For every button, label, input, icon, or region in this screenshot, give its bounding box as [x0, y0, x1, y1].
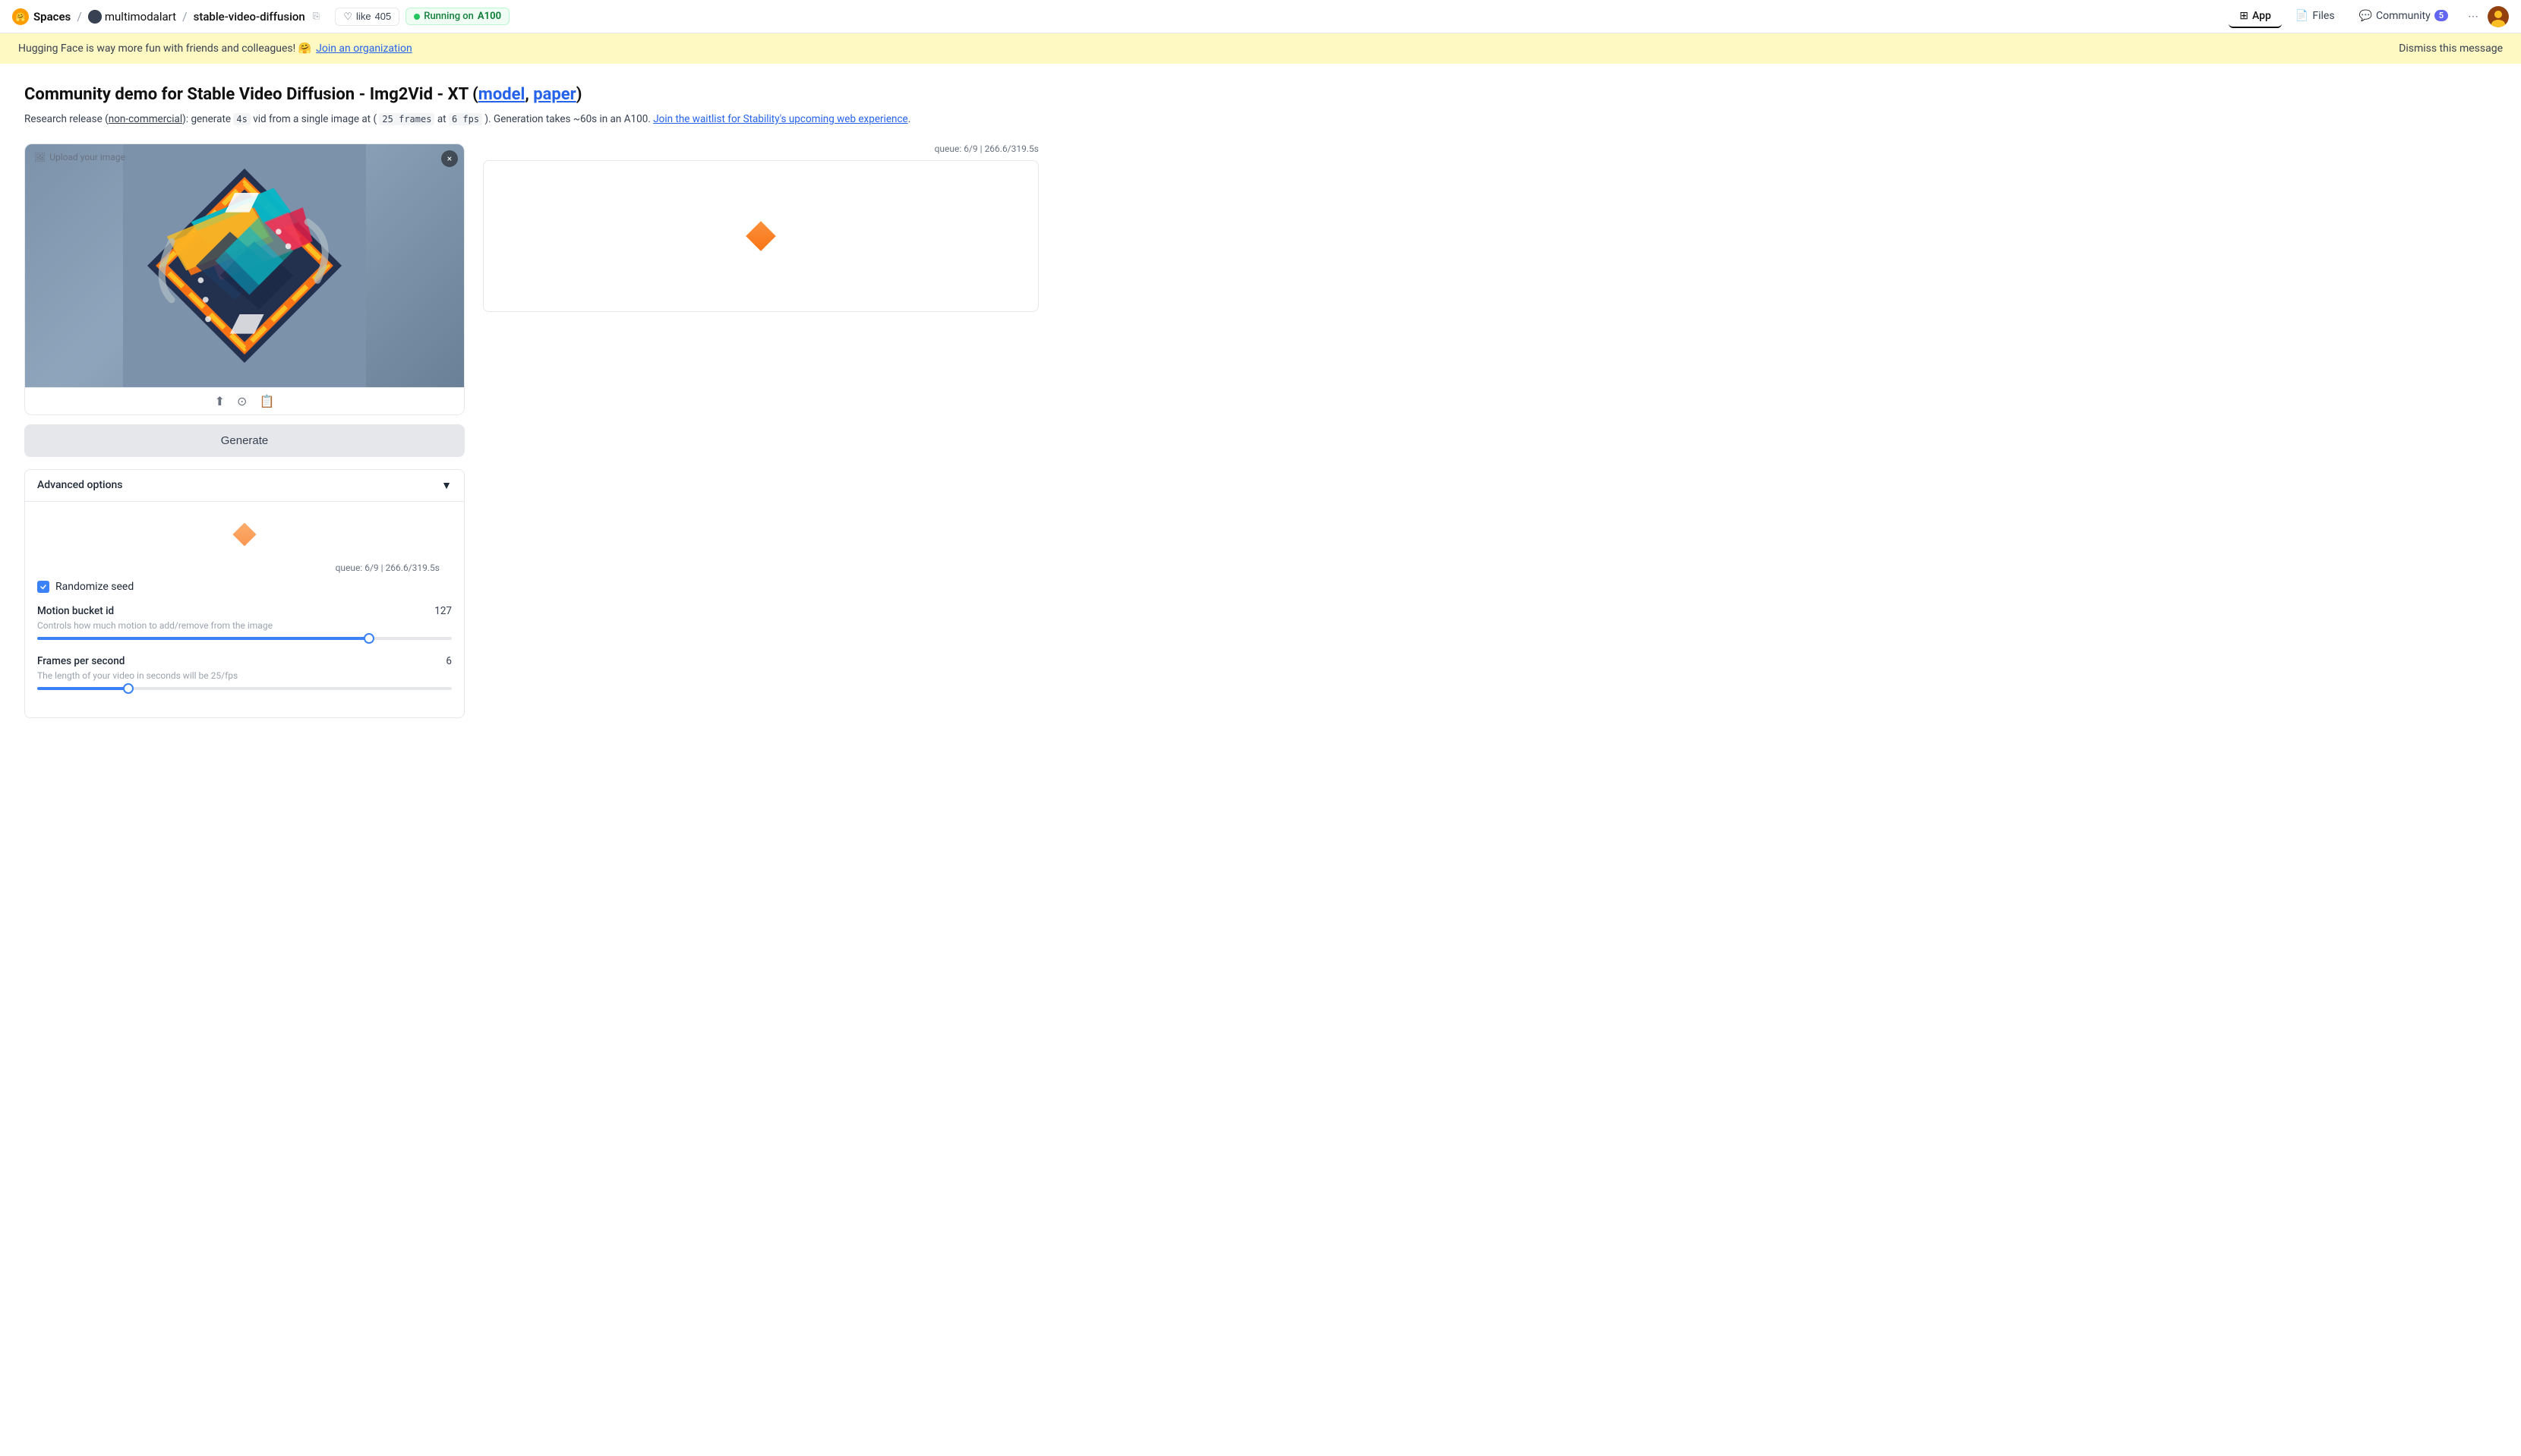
tab-files[interactable]: 📄 Files: [2285, 5, 2346, 28]
loading-spinner: [746, 221, 776, 251]
image-canvas: [25, 144, 464, 387]
motion-bucket-value: 127: [434, 605, 452, 617]
navbar-right: ⊞ App 📄 Files 💬 Community 5 ⋯: [2229, 5, 2509, 28]
banner-message: Hugging Face is way more fun with friend…: [18, 43, 311, 55]
video-output-area: [483, 160, 1039, 312]
motion-bucket-slider[interactable]: [37, 637, 452, 640]
page-description: Research release (non-commercial): gener…: [24, 112, 1039, 128]
svg-text:🤗: 🤗: [15, 12, 26, 22]
motion-bucket-header: Motion bucket id 127: [37, 605, 452, 617]
files-icon: 📄: [2295, 10, 2308, 22]
generate-button[interactable]: Generate: [24, 424, 465, 457]
queue-time2: 266.6/319.5s: [386, 563, 440, 573]
repo-name[interactable]: stable-video-diffusion: [194, 10, 305, 24]
left-panel: 🖼 Upload your image ×: [24, 143, 465, 718]
randomize-seed-label: Randomize seed: [55, 581, 134, 593]
community-badge: 5: [2434, 10, 2448, 21]
spaces-label: Spaces: [33, 10, 71, 24]
community-icon: 💬: [2359, 10, 2372, 22]
image-preview[interactable]: [25, 144, 464, 387]
nav-user[interactable]: multimodalart: [88, 10, 176, 24]
like-button[interactable]: ♡ like 405: [335, 8, 399, 26]
navbar-left: 🤗 Spaces / multimodalart / stable-video-…: [12, 8, 510, 26]
image-upload-container: 🖼 Upload your image ×: [24, 143, 465, 415]
fps-label: Frames per second: [37, 655, 125, 667]
avatar-image: [2488, 6, 2509, 27]
content-layout: 🖼 Upload your image ×: [24, 143, 1039, 718]
randomize-seed-checkbox[interactable]: [37, 581, 49, 593]
copy-icon[interactable]: ⎘: [313, 11, 320, 22]
advanced-body: queue: 6/9 | 266.6/319.5s Randomize seed: [25, 501, 464, 717]
clipboard-icon[interactable]: 📋: [259, 394, 274, 408]
nav-separator: /: [77, 9, 82, 24]
checkmark-icon: [39, 583, 47, 591]
tab-app-label: App: [2252, 10, 2271, 22]
motion-bucket-row: Motion bucket id 127 Controls how much m…: [37, 605, 452, 640]
advanced-options: Advanced options ▼ queue: 6/9 | 266.6/31…: [24, 469, 465, 718]
spaces-home-link[interactable]: 🤗 Spaces: [12, 8, 71, 25]
image-toolbar: ⬆ ⊙ 📋: [25, 387, 464, 414]
dismiss-button[interactable]: Dismiss this message: [2399, 43, 2503, 55]
title-prefix: Community demo for Stable Video Diffusio…: [24, 85, 478, 104]
user-avatar-icon: [88, 10, 102, 24]
model-link[interactable]: model: [478, 85, 525, 104]
tab-files-label: Files: [2312, 10, 2334, 22]
running-dot: [414, 14, 420, 20]
waitlist-link[interactable]: Join the waitlist for Stability's upcomi…: [653, 113, 907, 125]
upload-toolbar-icon[interactable]: ⬆: [215, 394, 225, 408]
right-panel: queue: 6/9 | 266.6/319.5s: [483, 143, 1039, 718]
queue-info-top: queue: 6/9 | 266.6/319.5s: [483, 143, 1039, 154]
tab-community[interactable]: 💬 Community 5: [2349, 5, 2459, 28]
running-hardware: A100: [478, 11, 501, 22]
app-icon: ⊞: [2239, 10, 2248, 22]
fps-slider[interactable]: [37, 687, 452, 690]
artwork-svg: [25, 144, 464, 387]
banner-text: Hugging Face is way more fun with friend…: [18, 43, 412, 55]
non-commercial-link[interactable]: non-commercial: [109, 113, 182, 125]
motion-bucket-label: Motion bucket id: [37, 605, 114, 617]
queue-time: 266.6/319.5s: [985, 143, 1039, 154]
fps-desc: The length of your video in seconds will…: [37, 670, 452, 681]
user-avatar[interactable]: [2488, 6, 2509, 27]
fps-value: 6: [446, 655, 452, 667]
loading-diamond-small: [232, 522, 256, 546]
fps-fill: [37, 687, 128, 690]
heart-icon: ♡: [343, 11, 352, 23]
advanced-header[interactable]: Advanced options ▼: [25, 470, 464, 501]
title-suffix: ): [576, 85, 582, 104]
queue-info-bottom: queue: 6/9 | 266.6/319.5s: [37, 558, 452, 581]
webcam-icon[interactable]: ⊙: [237, 394, 247, 408]
join-org-link[interactable]: Join an organization: [316, 43, 412, 55]
queue-label2: queue: 6/9: [336, 563, 379, 573]
tab-community-label: Community: [2376, 10, 2431, 22]
advanced-loading: [37, 514, 452, 558]
chevron-icon: ▼: [441, 479, 452, 492]
motion-bucket-desc: Controls how much motion to add/remove f…: [37, 620, 452, 631]
main-content: Community demo for Stable Video Diffusio…: [0, 64, 1063, 739]
navbar: 🤗 Spaces / multimodalart / stable-video-…: [0, 0, 2521, 33]
running-badge: Running on A100: [405, 8, 510, 25]
upload-icon: 🖼: [34, 152, 46, 162]
more-menu-button[interactable]: ⋯: [2462, 6, 2485, 27]
nav-sep2: /: [182, 9, 188, 24]
page-title: Community demo for Stable Video Diffusio…: [24, 85, 1039, 104]
running-label: Running on: [424, 11, 474, 22]
motion-bucket-thumb[interactable]: [364, 633, 374, 644]
title-comma: ,: [525, 85, 533, 104]
queue-label: queue: 6/9: [935, 143, 978, 154]
upload-label: 🖼 Upload your image: [34, 152, 125, 162]
fps-header: Frames per second 6: [37, 655, 452, 667]
randomize-seed-row: Randomize seed: [37, 581, 452, 593]
close-image-button[interactable]: ×: [441, 150, 458, 167]
advanced-label: Advanced options: [37, 479, 123, 491]
fps-row: Frames per second 6 The length of your v…: [37, 655, 452, 690]
motion-bucket-fill: [37, 637, 369, 640]
paper-link[interactable]: paper: [533, 85, 576, 104]
fps-thumb[interactable]: [123, 683, 134, 694]
banner: Hugging Face is way more fun with friend…: [0, 33, 2521, 64]
like-count: 405: [375, 11, 392, 22]
tab-app[interactable]: ⊞ App: [2229, 5, 2282, 28]
like-label: like: [356, 11, 371, 22]
spaces-logo-icon: 🤗: [12, 8, 29, 25]
